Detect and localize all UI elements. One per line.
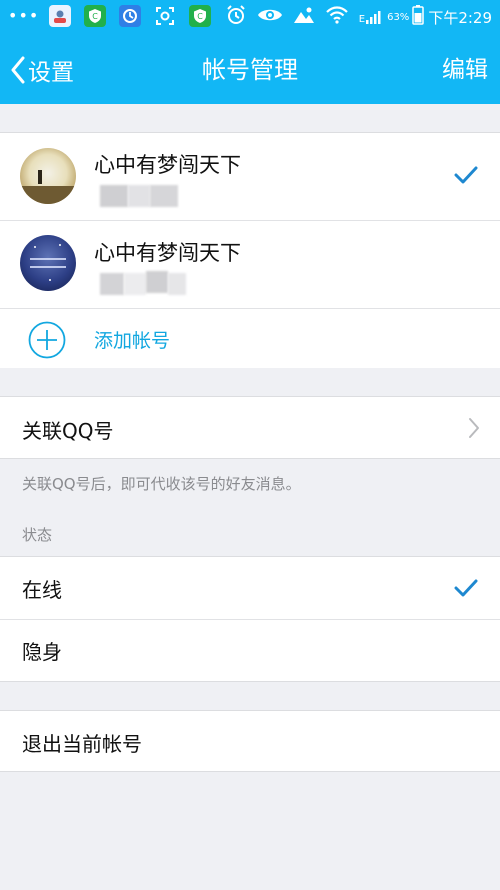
- status-section-header: 状态: [22, 526, 53, 544]
- eye-icon: [257, 5, 283, 29]
- page-title: 帐号管理: [202, 56, 298, 84]
- avatar: [20, 235, 76, 291]
- account-name: 心中有梦闯天下: [94, 241, 241, 265]
- edit-button[interactable]: 编辑: [442, 54, 488, 86]
- chevron-right-icon: [468, 417, 480, 443]
- battery-percent: 63%: [387, 11, 410, 23]
- logout-row[interactable]: 退出当前帐号: [0, 710, 500, 772]
- selected-check-icon: [454, 165, 478, 189]
- link-qq-note: 关联QQ号后，即可代收该号的好友消息。: [22, 475, 301, 493]
- status-option-label: 隐身: [22, 640, 62, 664]
- account-id-redacted: [124, 273, 146, 295]
- shield-app-icon-2: C: [189, 5, 212, 27]
- account-id-redacted: [100, 185, 128, 207]
- browser-app-icon: [119, 5, 142, 27]
- status-section: 在线 隐身: [0, 556, 500, 682]
- account-row-2[interactable]: 心中有梦闯天下: [0, 221, 500, 308]
- account-id-redacted: [150, 185, 178, 207]
- battery-icon: [412, 5, 425, 29]
- signal-icon: E: [359, 9, 381, 25]
- account-row-1[interactable]: 心中有梦闯天下: [0, 133, 500, 220]
- avatar: [20, 148, 76, 204]
- add-account-row[interactable]: 添加帐号: [0, 309, 500, 368]
- link-qq-row[interactable]: 关联QQ号: [0, 396, 500, 459]
- wifi-icon: [325, 5, 349, 29]
- account-id-redacted: [100, 273, 124, 295]
- contacts-app-icon: [49, 5, 72, 27]
- link-qq-label: 关联QQ号: [22, 419, 114, 443]
- svg-text:C: C: [198, 12, 204, 21]
- status-option-online[interactable]: 在线: [0, 557, 500, 619]
- status-option-invisible[interactable]: 隐身: [0, 620, 500, 681]
- nav-bar: 设置 帐号管理 编辑: [0, 44, 500, 96]
- gallery-icon: [293, 6, 315, 28]
- status-bar: ••• C C E 63% 下午2:29: [0, 0, 500, 34]
- add-circle-icon: [28, 321, 66, 363]
- clock-time: 下午2:29: [428, 8, 492, 27]
- alarm-icon: [225, 4, 247, 30]
- account-id-redacted: [168, 273, 186, 295]
- account-id-redacted: [128, 185, 150, 207]
- add-account-label: 添加帐号: [94, 330, 171, 352]
- more-dots-icon: •••: [8, 6, 40, 25]
- selected-check-icon: [454, 578, 478, 602]
- account-name: 心中有梦闯天下: [94, 153, 241, 177]
- screenshot-icon: [154, 5, 176, 27]
- svg-text:C: C: [93, 12, 99, 21]
- shield-app-icon: C: [84, 5, 107, 27]
- top-bar: ••• C C E 63% 下午2:29 设置 帐号管理 编辑: [0, 0, 500, 104]
- accounts-section: 心中有梦闯天下 心中有梦闯天下 添加帐号: [0, 132, 500, 368]
- status-option-label: 在线: [22, 578, 62, 602]
- account-id-redacted: [146, 271, 168, 293]
- logout-label: 退出当前帐号: [22, 732, 142, 756]
